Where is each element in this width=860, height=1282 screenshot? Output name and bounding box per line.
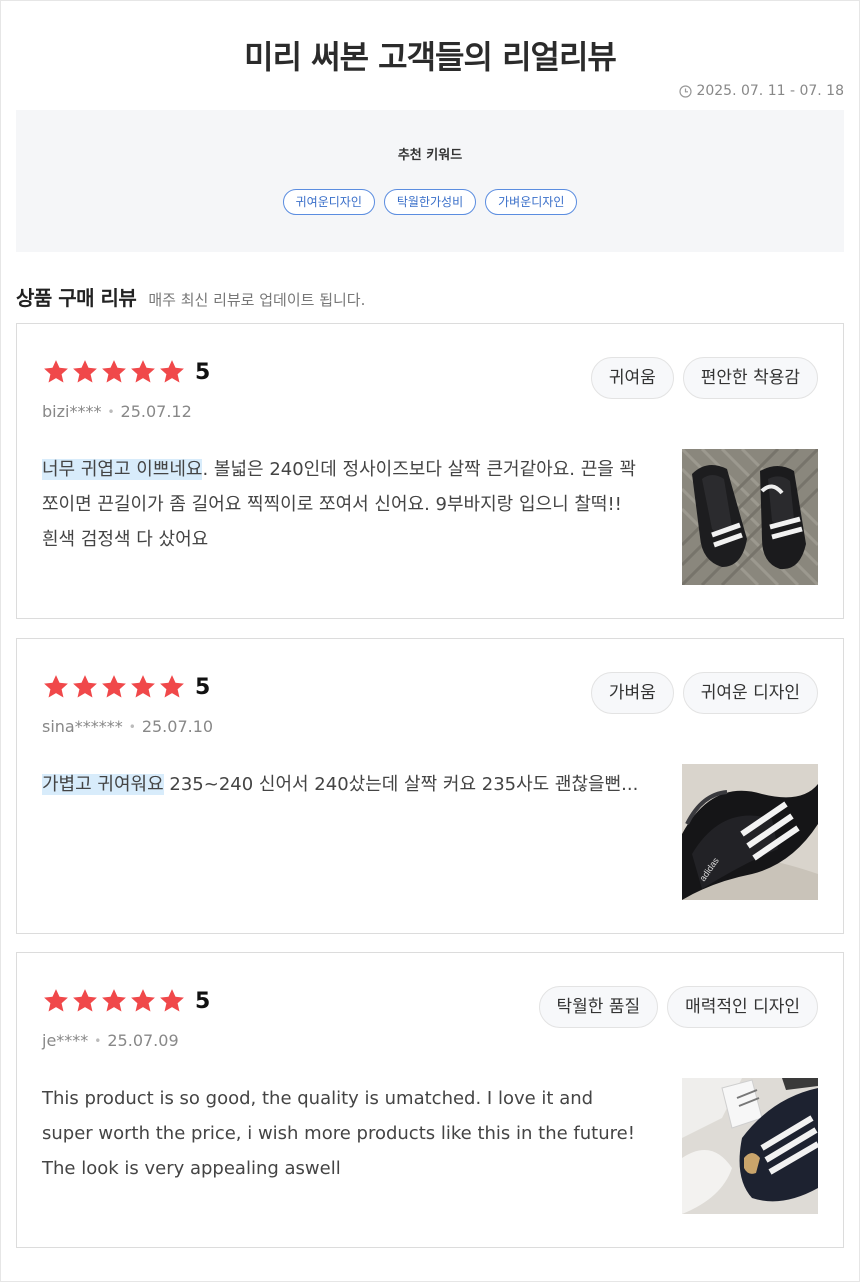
reviewer-id: sina****** [42,717,123,736]
star-rating: 5 [42,673,210,701]
star-icon [42,673,70,701]
keyword-chip[interactable]: 탁월한가성비 [383,189,477,215]
star-icon [71,673,99,701]
review-tag[interactable]: 탁월한 품질 [538,986,659,1028]
reviewer-id: je**** [42,1031,89,1050]
review-tag[interactable]: 가벼움 [590,672,674,714]
review-meta: sina****** • 25.07.10 [42,717,213,736]
star-rating: 5 [42,987,210,1015]
page-title: 미리 써본 고객들의 리얼리뷰 [244,38,617,76]
reviewer-id: bizi**** [42,402,102,421]
review-photo[interactable] [682,1078,818,1214]
review-date: 25.07.12 [120,402,192,421]
star-icon [129,358,157,386]
separator-dot: • [107,404,115,419]
rating-value: 5 [195,674,211,700]
section-subtitle: 매주 최신 리뷰로 업데이트 됩니다. [148,291,366,309]
review-tags: 귀여움 편안한 착용감 [590,357,818,399]
review-tag[interactable]: 귀여운 디자인 [682,672,818,714]
review-period: 2025. 07. 11 - 07. 18 [679,83,844,99]
star-rating: 5 [42,358,210,386]
review-card[interactable]: 5 sina****** • 25.07.10 가벼움 귀여운 디자인 가볍고 … [16,638,844,934]
review-tag[interactable]: 편안한 착용감 [682,357,818,399]
review-card[interactable]: 5 je**** • 25.07.09 탁월한 품질 매력적인 디자인 This… [16,952,844,1248]
star-icon [71,358,99,386]
keyword-chip[interactable]: 가벼운디자인 [485,189,578,215]
review-highlight: 가볍고 귀여워요 [42,774,164,795]
review-photo[interactable]: adidas [682,764,818,900]
review-highlight: 너무 귀엽고 이쁘네요 [42,459,203,480]
review-date: 25.07.09 [107,1031,179,1050]
separator-dot: • [128,719,136,734]
star-icon [100,358,128,386]
review-tags: 가벼움 귀여운 디자인 [590,672,818,714]
review-card[interactable]: 5 bizi**** • 25.07.12 귀여움 편안한 착용감 너무 귀엽고… [16,323,844,619]
keyword-chip[interactable]: 귀여운디자인 [282,189,375,215]
star-icon [42,358,70,386]
star-icon [129,987,157,1015]
rating-value: 5 [195,359,211,385]
clock-icon [679,84,693,98]
star-icon [71,987,99,1015]
star-icon [100,673,128,701]
review-tags: 탁월한 품질 매력적인 디자인 [538,986,818,1028]
review-text: 너무 귀엽고 이쁘네요. 볼넓은 240인데 정사이즈보다 살짝 큰거같아요. … [42,452,642,557]
review-section-header: 상품 구매 리뷰 매주 최신 리뷰로 업데이트 됩니다. [16,282,365,311]
review-body: 235~240 신어서 240샀는데 살짝 커요 235사도 괜찮을뻔... [163,774,639,795]
review-text: This product is so good, the quality is … [42,1081,642,1186]
star-icon [158,358,186,386]
separator-dot: • [94,1033,102,1048]
star-icon [158,673,186,701]
star-icon [100,987,128,1015]
review-tag[interactable]: 매력적인 디자인 [667,986,818,1028]
review-text: 가볍고 귀여워요 235~240 신어서 240샀는데 살짝 커요 235사도 … [42,767,642,802]
section-title: 상품 구매 리뷰 [16,286,137,310]
star-icon [129,673,157,701]
keyword-chip-list: 귀여운디자인 탁월한가성비 가벼운디자인 [16,189,844,215]
review-photo[interactable] [682,449,818,585]
star-icon [42,987,70,1015]
review-meta: je**** • 25.07.09 [42,1031,179,1050]
keywords-title: 추천 키워드 [397,148,463,163]
review-date: 25.07.10 [141,717,214,736]
review-meta: bizi**** • 25.07.12 [42,402,192,421]
rating-value: 5 [195,988,211,1014]
star-icon [158,987,186,1015]
review-tag[interactable]: 귀여움 [590,357,674,399]
recommended-keywords: 추천 키워드 귀여운디자인 탁월한가성비 가벼운디자인 [16,110,844,252]
period-text: 2025. 07. 11 - 07. 18 [696,83,844,99]
review-body: This product is so good, the quality is … [42,1088,635,1179]
